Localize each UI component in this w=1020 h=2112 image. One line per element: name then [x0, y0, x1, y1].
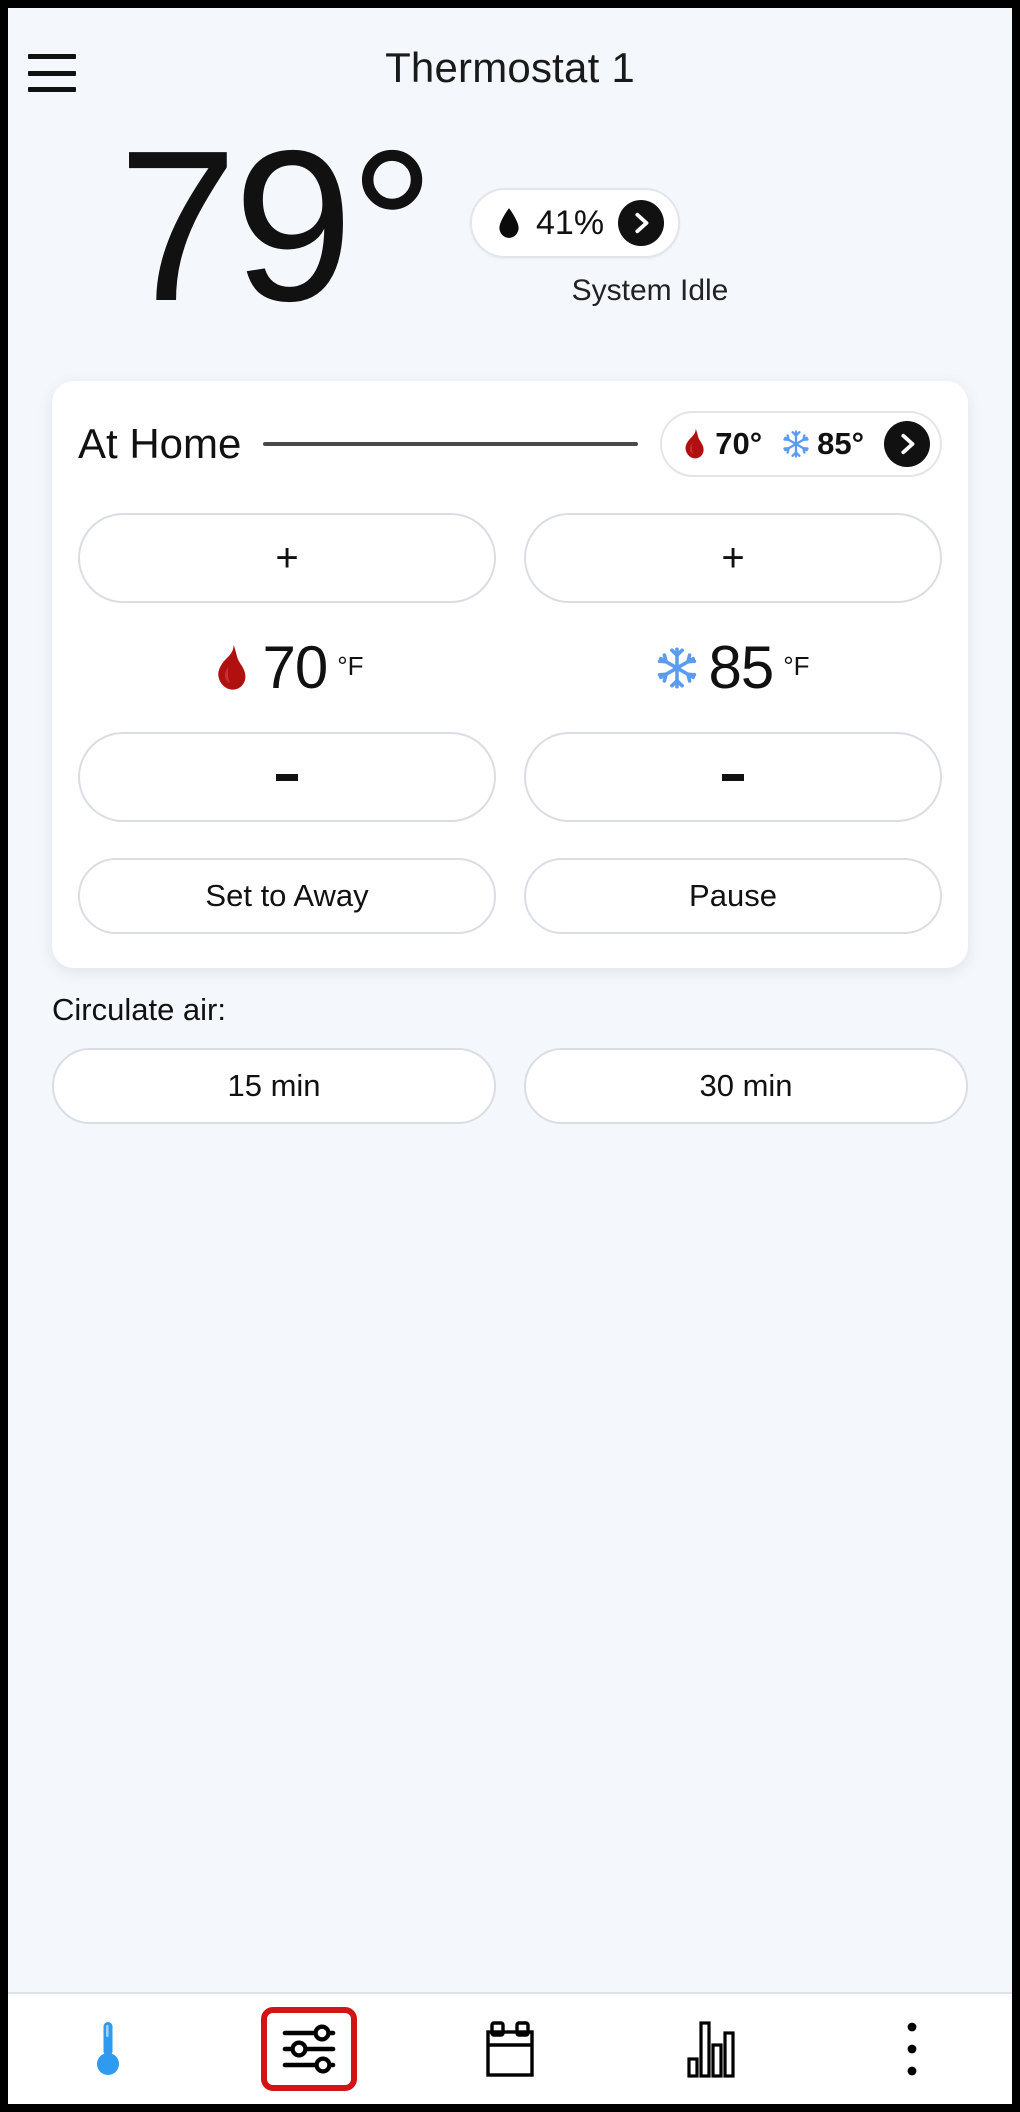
humidity-pill[interactable]: 41%	[470, 188, 681, 258]
water-drop-icon	[499, 208, 519, 238]
nav-item-controls[interactable]	[209, 1994, 410, 2104]
setpoint-summary-cool: 85°	[782, 426, 864, 462]
mode-label: At Home	[78, 420, 242, 467]
cool-setpoint-unit: °F	[783, 651, 810, 681]
setpoint-summary-heat-value: 70°	[715, 426, 763, 461]
circulate-air-section: Circulate air: 15 min 30 min	[52, 992, 968, 1124]
app-screen: Thermostat 1 79° 41% System Idle At Home	[8, 8, 1012, 2104]
set-to-away-button[interactable]: Set to Away	[78, 858, 496, 934]
heat-setpoint-unit: °F	[337, 651, 364, 681]
chevron-right-icon	[635, 212, 649, 234]
setpoint-detail-button[interactable]	[884, 421, 930, 467]
nav-icon-wrap	[60, 2007, 156, 2091]
current-conditions: 79° 41% System Idle	[8, 118, 1012, 363]
bottom-navigation	[8, 1992, 1012, 2104]
chevron-right-icon	[901, 433, 915, 455]
cool-increase-button[interactable]: +	[524, 513, 942, 603]
circulate-30min-button[interactable]: 30 min	[524, 1048, 968, 1124]
nav-item-usage[interactable]	[610, 1994, 811, 2104]
nav-item-more[interactable]	[811, 1994, 1012, 2104]
flame-icon	[218, 644, 246, 690]
minus-icon	[276, 773, 298, 781]
snowflake-icon	[658, 646, 697, 689]
cool-setpoint: 85 °F	[524, 633, 942, 702]
bar-chart-icon	[687, 2021, 735, 2078]
thermometer-icon	[97, 2022, 120, 2075]
circulate-air-label: Circulate air:	[52, 992, 226, 1027]
nav-icon-wrap	[663, 2007, 759, 2091]
setpoint-summary-pill[interactable]: 70° 85°	[660, 411, 942, 477]
cool-decrease-button[interactable]	[524, 732, 942, 822]
system-status: System Idle	[571, 274, 729, 307]
thermostat-control-card: At Home 70° 85° + + 70 °F 85 °F Set to A…	[52, 381, 968, 968]
card-actions-row: Set to Away Pause	[78, 858, 942, 934]
heat-setpoint-value: 70	[262, 634, 328, 701]
mode-divider-line	[263, 442, 639, 446]
hamburger-menu-icon[interactable]	[28, 54, 76, 92]
three-dots-vertical-icon	[907, 2022, 916, 2076]
circulate-air-options: 15 min 30 min	[52, 1048, 968, 1124]
heat-setpoint: 70 °F	[78, 633, 496, 702]
nav-item-schedule[interactable]	[410, 1994, 611, 2104]
nav-icon-wrap	[864, 2007, 960, 2091]
nav-item-thermostat[interactable]	[8, 1994, 209, 2104]
nav-icon-wrap	[261, 2007, 358, 2091]
mode-row: At Home 70° 85°	[78, 411, 942, 477]
current-temperature: 79°	[118, 105, 435, 346]
flame-icon	[685, 428, 704, 459]
setpoint-values-row: 70 °F 85 °F	[78, 633, 942, 702]
humidity-detail-button[interactable]	[618, 200, 665, 246]
snowflake-icon	[783, 430, 809, 458]
page-title: Thermostat 1	[385, 44, 635, 91]
increase-buttons-row: + +	[78, 513, 942, 603]
decrease-buttons-row	[78, 732, 942, 822]
setpoint-summary-heat: 70°	[680, 426, 762, 462]
calendar-icon	[486, 2021, 534, 2077]
sliders-icon	[282, 2024, 336, 2074]
setpoint-summary-cool-value: 85°	[817, 426, 864, 461]
heat-decrease-button[interactable]	[78, 732, 496, 822]
minus-icon	[722, 773, 744, 781]
pause-button[interactable]: Pause	[524, 858, 942, 934]
humidity-value: 41%	[536, 203, 605, 242]
humidity-status-column: 41% System Idle	[470, 188, 850, 308]
cool-setpoint-value: 85	[708, 634, 774, 701]
circulate-15min-button[interactable]: 15 min	[52, 1048, 496, 1124]
nav-icon-wrap	[462, 2007, 558, 2091]
heat-increase-button[interactable]: +	[78, 513, 496, 603]
